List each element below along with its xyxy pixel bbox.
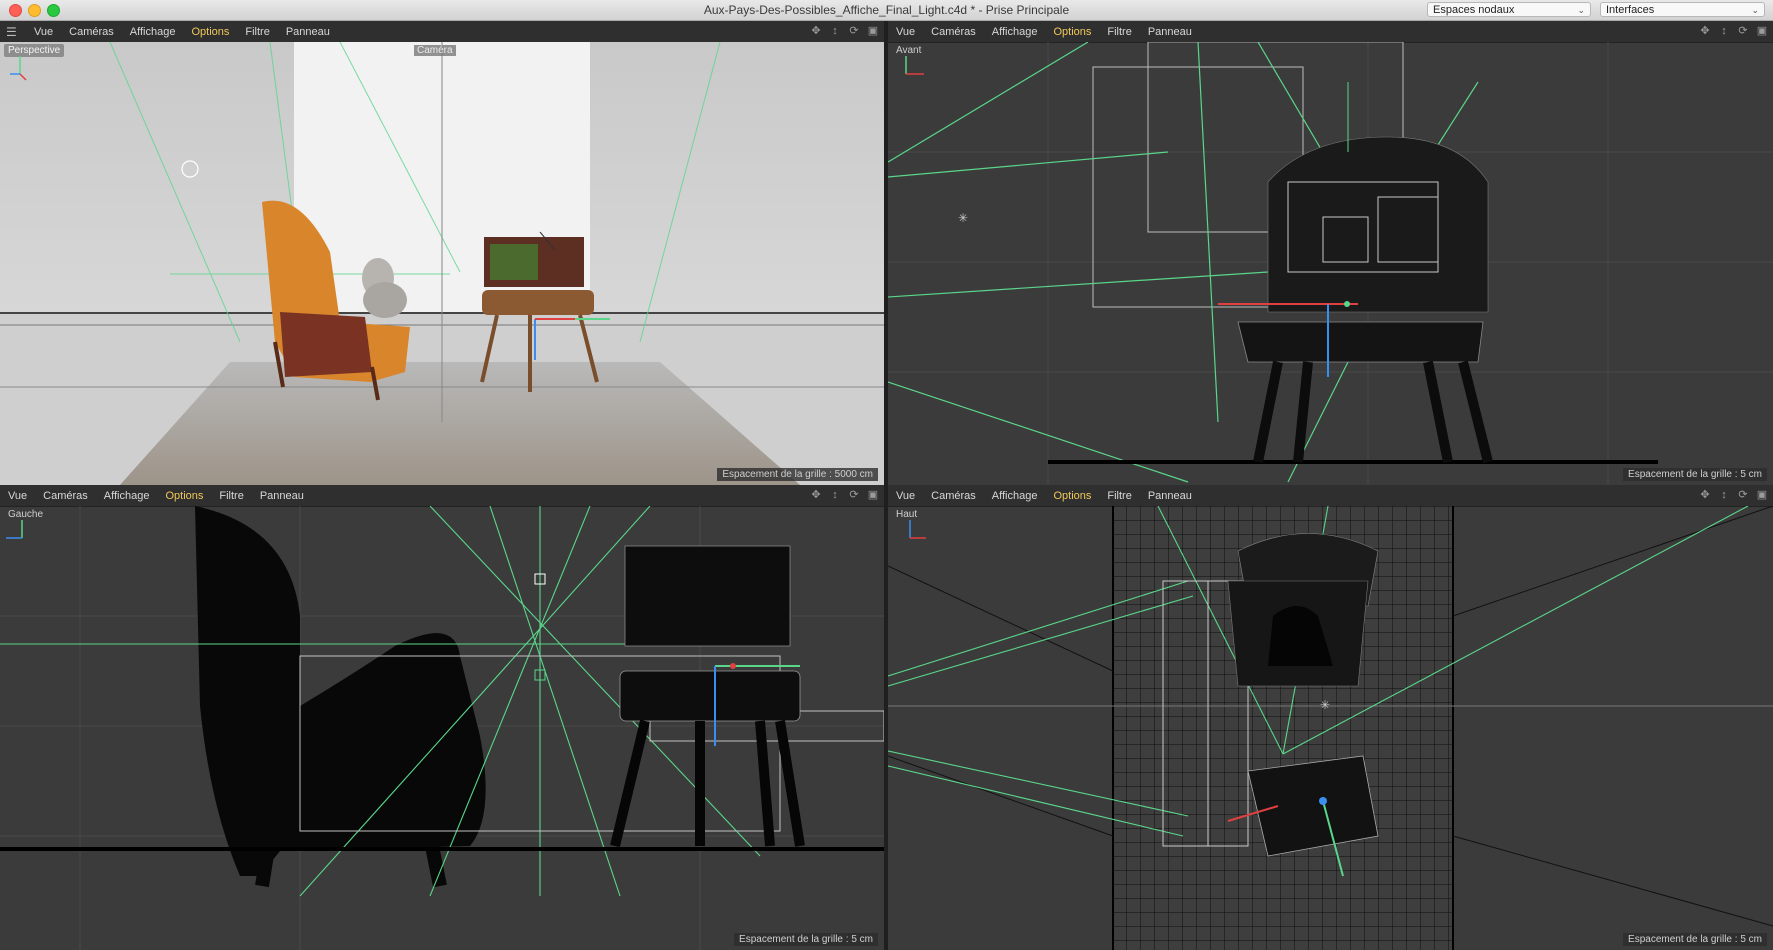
viewport-menubar: Vue Caméras Affichage Options Filtre Pan… <box>888 21 1773 43</box>
viewport-nav-icons: ✥ ↕ ⟳ ▣ <box>1698 488 1769 502</box>
viewport-front[interactable]: Vue Caméras Affichage Options Filtre Pan… <box>888 21 1773 485</box>
menu-panneau[interactable]: Panneau <box>252 490 312 502</box>
menu-panneau[interactable]: Panneau <box>278 26 338 38</box>
layout-value: Interfaces <box>1606 4 1655 16</box>
menu-cameras[interactable]: Caméras <box>923 26 984 38</box>
menu-vue[interactable]: Vue <box>26 26 61 38</box>
maximize-icon[interactable]: ▣ <box>866 488 880 502</box>
move-icon[interactable]: ✥ <box>1698 488 1712 502</box>
move-icon[interactable]: ✥ <box>809 488 823 502</box>
viewport-top[interactable]: Vue Caméras Affichage Options Filtre Pan… <box>888 485 1773 950</box>
menu-cameras[interactable]: Caméras <box>923 490 984 502</box>
viewport-perspective[interactable]: ☰ Vue Caméras Affichage Options Filtre P… <box>0 21 884 485</box>
node-space-select[interactable]: Espaces nodaux ⌄ <box>1427 2 1591 17</box>
menu-affichage[interactable]: Affichage <box>122 26 184 38</box>
menu-options[interactable]: Options <box>183 26 237 38</box>
front-scene: ✳ <box>888 42 1773 485</box>
menu-filtre[interactable]: Filtre <box>237 26 277 38</box>
grid-spacing-label: Espacement de la grille : 5000 cm <box>717 468 878 481</box>
viewport-left[interactable]: Vue Caméras Affichage Options Filtre Pan… <box>0 485 884 950</box>
menu-vue[interactable]: Vue <box>888 26 923 38</box>
viewport-nav-icons: ✥ ↕ ⟳ ▣ <box>809 488 880 502</box>
move-icon[interactable]: ✥ <box>1698 24 1712 38</box>
menu-filtre[interactable]: Filtre <box>1099 490 1139 502</box>
move-icon[interactable]: ✥ <box>809 24 823 38</box>
dolly-icon[interactable]: ↕ <box>1717 488 1731 502</box>
viewport-canvas[interactable]: ✳ Avant Espacement de la grille : 5 cm <box>888 42 1773 485</box>
grid-spacing-label: Espacement de la grille : 5 cm <box>1623 933 1767 946</box>
rotate-icon[interactable]: ⟳ <box>1736 488 1750 502</box>
menu-filtre[interactable]: Filtre <box>211 490 251 502</box>
menu-options[interactable]: Options <box>1045 490 1099 502</box>
viewport-canvas[interactable]: Caméra Perspective Espacement de la gril… <box>0 42 884 485</box>
menu-affichage[interactable]: Affichage <box>984 490 1046 502</box>
viewport-menubar: Vue Caméras Affichage Options Filtre Pan… <box>888 485 1773 507</box>
chevron-down-icon: ⌄ <box>1751 5 1759 15</box>
dolly-icon[interactable]: ↕ <box>828 24 842 38</box>
viewport-menubar: Vue Caméras Affichage Options Filtre Pan… <box>0 485 884 507</box>
perspective-scene <box>0 42 884 485</box>
viewport-nav-icons: ✥ ↕ ⟳ ▣ <box>809 24 880 38</box>
menu-panneau[interactable]: Panneau <box>1140 490 1200 502</box>
axis-gizmo-icon <box>6 520 23 539</box>
menu-cameras[interactable]: Caméras <box>61 26 122 38</box>
maximize-icon[interactable]: ▣ <box>1755 488 1769 502</box>
dolly-icon[interactable]: ↕ <box>1717 24 1731 38</box>
grid-spacing-label: Espacement de la grille : 5 cm <box>1623 468 1767 481</box>
viewport-canvas[interactable]: Gauche Espacement de la grille : 5 cm <box>0 506 884 950</box>
rotate-icon[interactable]: ⟳ <box>847 488 861 502</box>
axis-gizmo-icon <box>909 520 926 539</box>
top-scene: ✳ <box>888 506 1773 950</box>
camera-label[interactable]: Caméra <box>414 45 456 56</box>
menu-filtre[interactable]: Filtre <box>1099 26 1139 38</box>
menu-affichage[interactable]: Affichage <box>96 490 158 502</box>
menu-vue[interactable]: Vue <box>0 490 35 502</box>
svg-text:✳: ✳ <box>1320 698 1330 712</box>
maximize-icon[interactable]: ▣ <box>866 24 880 38</box>
menu-affichage[interactable]: Affichage <box>984 26 1046 38</box>
maximize-icon[interactable]: ▣ <box>1755 24 1769 38</box>
viewport-canvas[interactable]: ✳ Haut Espacement de la grille : 5 cm <box>888 506 1773 950</box>
left-scene <box>0 506 884 950</box>
grid-spacing-label: Espacement de la grille : 5 cm <box>734 933 878 946</box>
viewport-nav-icons: ✥ ↕ ⟳ ▣ <box>1698 24 1769 38</box>
layout-select[interactable]: Interfaces ⌄ <box>1600 2 1765 17</box>
axis-gizmo-icon <box>905 56 924 75</box>
rotate-icon[interactable]: ⟳ <box>847 24 861 38</box>
title-bar: Aux-Pays-Des-Possibles_Affiche_Final_Lig… <box>0 0 1773 21</box>
hamburger-icon[interactable]: ☰ <box>6 25 20 39</box>
viewport-menubar: ☰ Vue Caméras Affichage Options Filtre P… <box>0 21 884 43</box>
menu-panneau[interactable]: Panneau <box>1140 26 1200 38</box>
axis-gizmo-icon <box>10 56 27 81</box>
menu-vue[interactable]: Vue <box>888 490 923 502</box>
chevron-down-icon: ⌄ <box>1577 5 1585 15</box>
rotate-icon[interactable]: ⟳ <box>1736 24 1750 38</box>
menu-options[interactable]: Options <box>1045 26 1099 38</box>
dolly-icon[interactable]: ↕ <box>828 488 842 502</box>
node-space-value: Espaces nodaux <box>1433 4 1515 16</box>
menu-cameras[interactable]: Caméras <box>35 490 96 502</box>
menu-options[interactable]: Options <box>157 490 211 502</box>
svg-text:✳: ✳ <box>958 211 968 225</box>
